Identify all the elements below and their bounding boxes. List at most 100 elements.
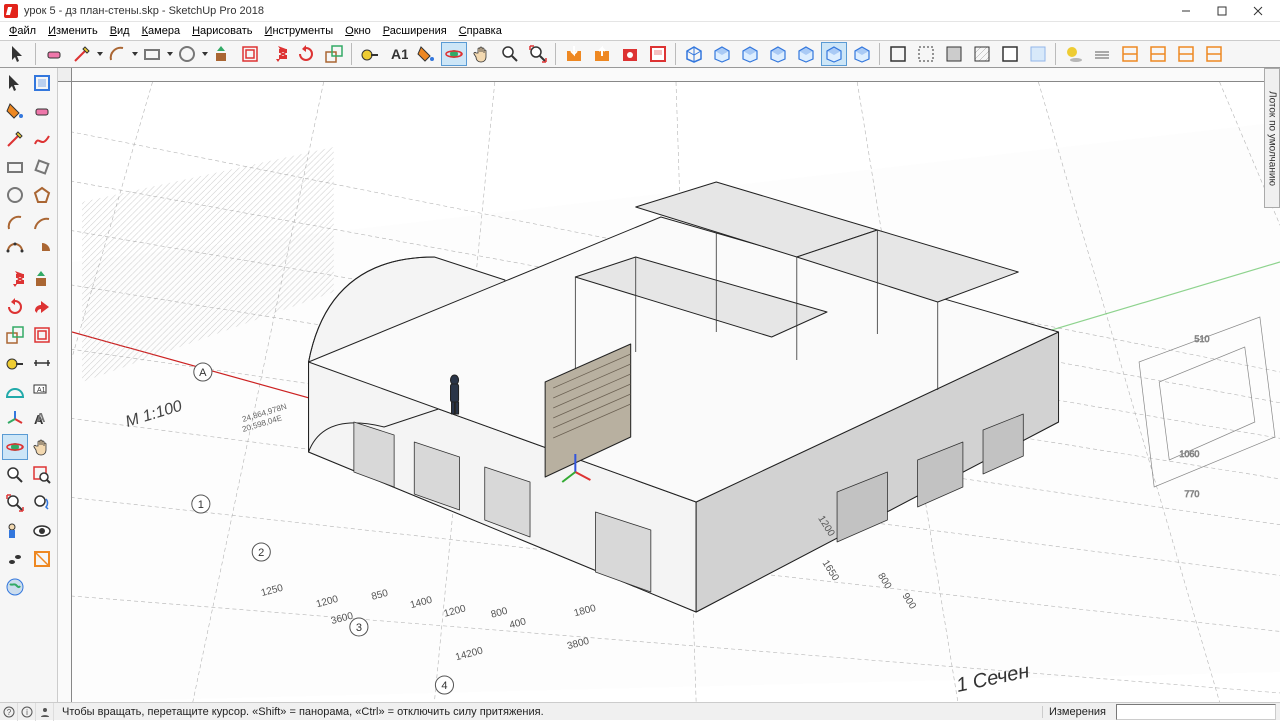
- style-shaded-button[interactable]: [941, 42, 967, 66]
- rectangle-button[interactable]: [139, 42, 165, 66]
- info-icon[interactable]: i: [18, 703, 36, 721]
- section-tool[interactable]: [30, 546, 56, 572]
- pie-tool[interactable]: [30, 238, 56, 264]
- line-tool[interactable]: [2, 126, 28, 152]
- rotate-button[interactable]: [293, 42, 319, 66]
- eraser-tool[interactable]: [30, 98, 56, 124]
- measurements-input[interactable]: [1116, 704, 1276, 720]
- menu-файл[interactable]: Файл: [4, 24, 41, 38]
- move-button[interactable]: [265, 42, 291, 66]
- view-left-button[interactable]: [821, 42, 847, 66]
- extension-warehouse-button[interactable]: [617, 42, 643, 66]
- menu-нарисовать[interactable]: Нарисовать: [187, 24, 257, 38]
- view-iso-button[interactable]: [681, 42, 707, 66]
- look-around-tool[interactable]: [30, 518, 56, 544]
- select-arrow-button[interactable]: [5, 42, 31, 66]
- 2pt-arc-tool[interactable]: [30, 210, 56, 236]
- menu-окно[interactable]: Окно: [340, 24, 376, 38]
- layout-button[interactable]: [645, 42, 671, 66]
- zoom-tool[interactable]: [2, 462, 28, 488]
- menu-расширения[interactable]: Расширения: [378, 24, 452, 38]
- position-camera-tool[interactable]: [2, 518, 28, 544]
- line-button[interactable]: [69, 42, 95, 66]
- help-icon[interactable]: ?: [0, 703, 18, 721]
- view-top-button[interactable]: [709, 42, 735, 66]
- user-icon[interactable]: [36, 703, 54, 721]
- offset-tool[interactable]: [30, 322, 56, 348]
- style-shaded-tex-button[interactable]: [969, 42, 995, 66]
- orbit-tool[interactable]: [2, 434, 28, 460]
- polygon-tool[interactable]: [30, 182, 56, 208]
- view-right-button[interactable]: [765, 42, 791, 66]
- menu-инструменты[interactable]: Инструменты: [260, 24, 339, 38]
- arc-dropdown[interactable]: [131, 42, 138, 66]
- circle-tool[interactable]: [2, 182, 28, 208]
- paint-bucket-tool[interactable]: [2, 98, 28, 124]
- zoom-previous-tool[interactable]: [30, 490, 56, 516]
- freehand-tool[interactable]: [30, 126, 56, 152]
- warehouse-share-button[interactable]: [589, 42, 615, 66]
- make-component-tool[interactable]: [30, 70, 56, 96]
- warehouse-get-button[interactable]: [561, 42, 587, 66]
- geolocation-tool[interactable]: [2, 574, 28, 600]
- 3d-text-tool[interactable]: AA: [30, 406, 56, 432]
- tape-measure-button[interactable]: [357, 42, 383, 66]
- followme-tool[interactable]: [30, 294, 56, 320]
- maximize-button[interactable]: [1204, 0, 1240, 22]
- menu-камера[interactable]: Камера: [137, 24, 185, 38]
- view-back-button[interactable]: [793, 42, 819, 66]
- axes-tool[interactable]: [2, 406, 28, 432]
- zoom-extents-button[interactable]: [525, 42, 551, 66]
- rotate-tool[interactable]: [2, 294, 28, 320]
- paint-bucket-button[interactable]: [413, 42, 439, 66]
- style-xray-button[interactable]: [1025, 42, 1051, 66]
- pushpull-button[interactable]: [209, 42, 235, 66]
- circle-dropdown[interactable]: [201, 42, 208, 66]
- section-display-button[interactable]: [1145, 42, 1171, 66]
- style-wire-button[interactable]: [885, 42, 911, 66]
- zoom-window-tool[interactable]: [30, 462, 56, 488]
- select-tool[interactable]: [2, 70, 28, 96]
- dimension-tool[interactable]: [30, 350, 56, 376]
- view-front-button[interactable]: [737, 42, 763, 66]
- scale-button[interactable]: [321, 42, 347, 66]
- text-label-tool[interactable]: A1: [30, 378, 56, 404]
- menu-изменить[interactable]: Изменить: [43, 24, 103, 38]
- circle-button[interactable]: [174, 42, 200, 66]
- walk-tool[interactable]: [2, 546, 28, 572]
- orbit-button[interactable]: [441, 42, 467, 66]
- menu-справка[interactable]: Справка: [454, 24, 507, 38]
- zoom-button[interactable]: [497, 42, 523, 66]
- 3pt-arc-tool[interactable]: [2, 238, 28, 264]
- rectangle-tool[interactable]: [2, 154, 28, 180]
- view-persp-button[interactable]: [849, 42, 875, 66]
- section-cut-button[interactable]: [1173, 42, 1199, 66]
- viewport[interactable]: M 1:100: [58, 68, 1280, 702]
- pan-tool[interactable]: [30, 434, 56, 460]
- style-mono-button[interactable]: [997, 42, 1023, 66]
- menu-вид[interactable]: Вид: [105, 24, 135, 38]
- move-tool[interactable]: [2, 266, 28, 292]
- style-hidden-button[interactable]: [913, 42, 939, 66]
- arc-button[interactable]: [104, 42, 130, 66]
- shadows-button[interactable]: [1061, 42, 1087, 66]
- line-dropdown[interactable]: [96, 42, 103, 66]
- section-fill-button[interactable]: [1201, 42, 1227, 66]
- fog-button[interactable]: [1089, 42, 1115, 66]
- default-tray-tab[interactable]: Лоток по умолчанию: [1264, 68, 1280, 208]
- tape-tool[interactable]: [2, 350, 28, 376]
- offset-button[interactable]: [237, 42, 263, 66]
- protractor-tool[interactable]: [2, 378, 28, 404]
- rotated-rect-tool[interactable]: [30, 154, 56, 180]
- zoom-extents-tool[interactable]: [2, 490, 28, 516]
- close-button[interactable]: [1240, 0, 1276, 22]
- rectangle-dropdown[interactable]: [166, 42, 173, 66]
- section-plane-button[interactable]: [1117, 42, 1143, 66]
- pushpull-tool[interactable]: [30, 266, 56, 292]
- eraser-button[interactable]: [41, 42, 67, 66]
- text-button[interactable]: A1: [385, 42, 411, 66]
- scale-tool[interactable]: [2, 322, 28, 348]
- model-canvas[interactable]: M 1:100: [72, 82, 1280, 702]
- arc-tool[interactable]: [2, 210, 28, 236]
- minimize-button[interactable]: [1168, 0, 1204, 22]
